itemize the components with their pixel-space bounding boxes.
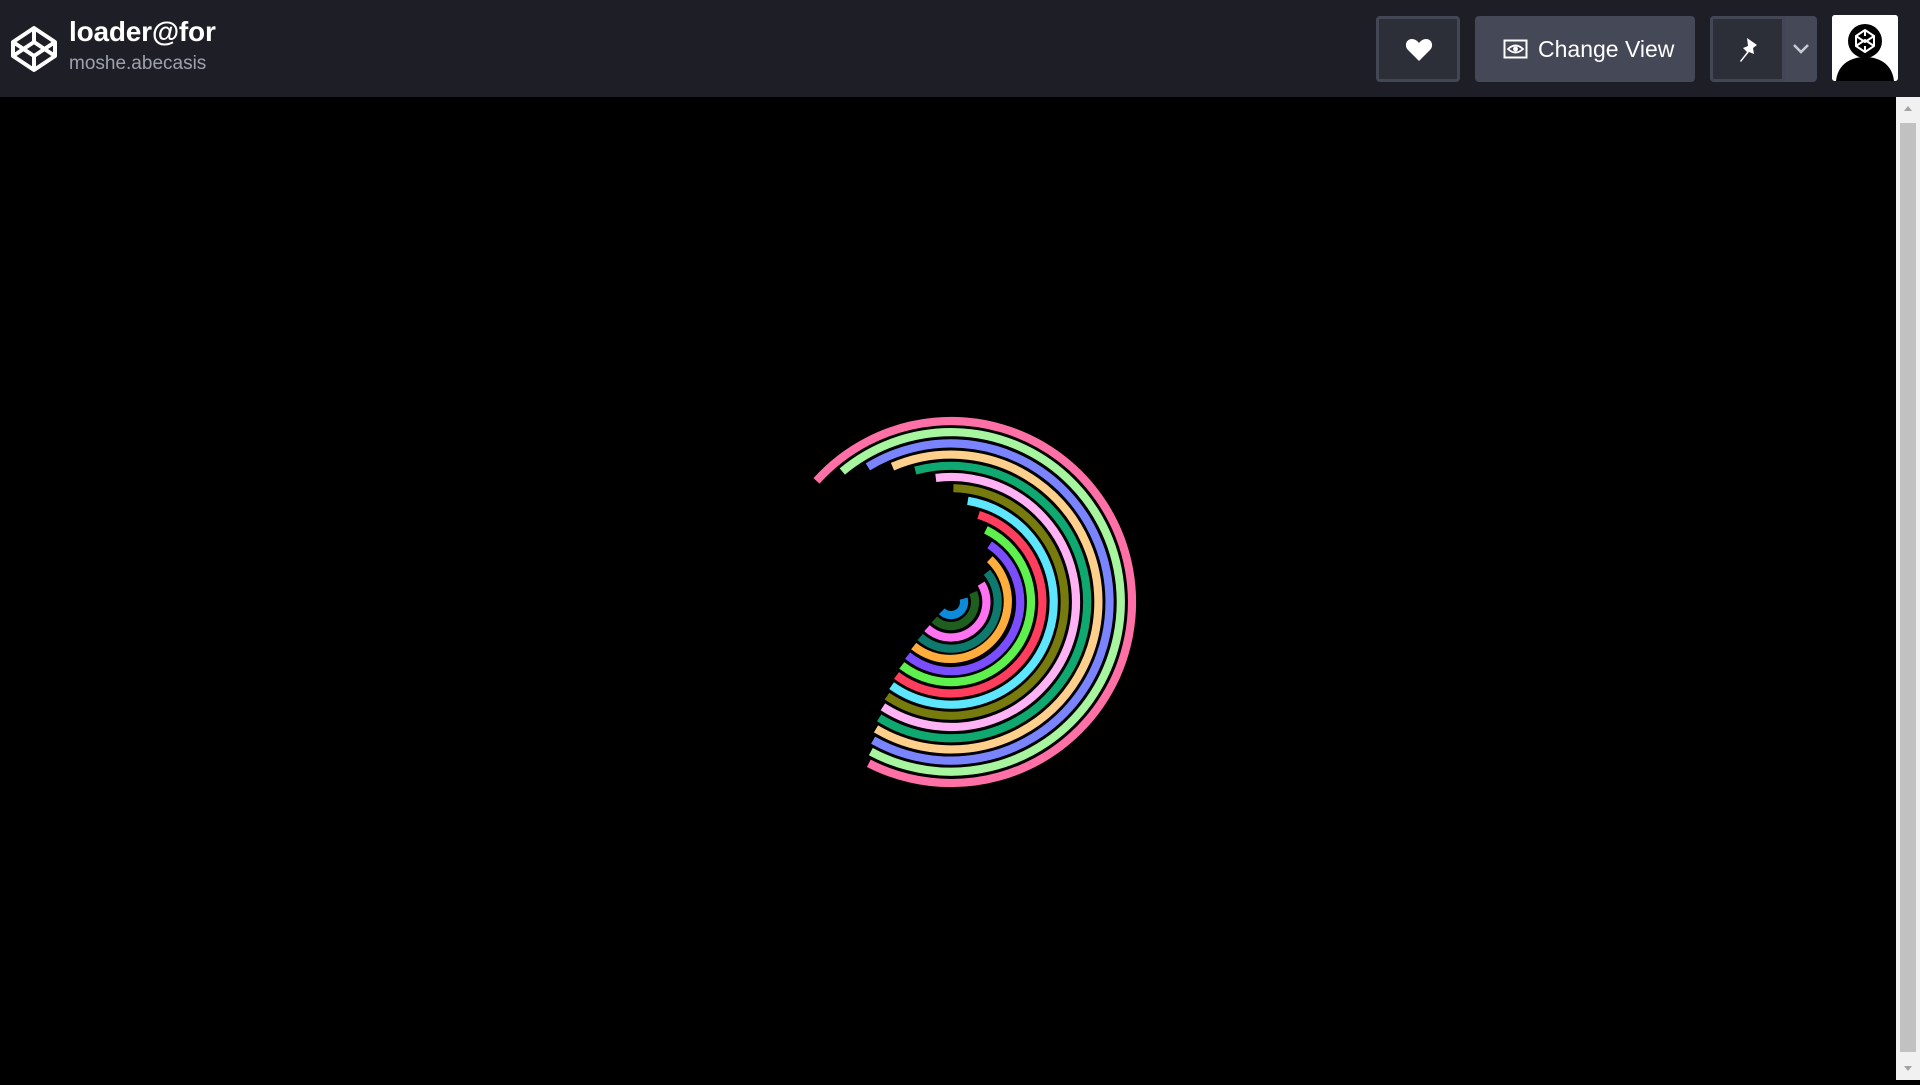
change-view-label: Change View xyxy=(1538,35,1675,62)
eye-icon xyxy=(1503,39,1528,59)
heart-icon xyxy=(1405,39,1433,61)
pen-author[interactable]: moshe.abecasis xyxy=(69,51,216,77)
user-avatar-icon xyxy=(1832,15,1898,81)
pen-preview xyxy=(0,97,1896,1080)
scroll-up-arrow-icon[interactable] xyxy=(1896,97,1920,121)
change-view-button[interactable]: Change View xyxy=(1475,16,1695,82)
scroll-thumb[interactable] xyxy=(1900,123,1916,1052)
spiral-loader xyxy=(813,417,1137,788)
loader-arc xyxy=(938,597,969,620)
top-bar: loader@for moshe.abecasis Change View xyxy=(0,0,1920,97)
chevron-down-icon xyxy=(1793,44,1809,54)
codepen-logo-icon[interactable] xyxy=(10,25,58,73)
pin-icon xyxy=(1740,38,1757,62)
pen-title-block: loader@for moshe.abecasis xyxy=(69,14,216,77)
heart-button[interactable] xyxy=(1376,16,1460,82)
loader-arc xyxy=(931,590,980,631)
user-avatar[interactable] xyxy=(1832,15,1898,81)
vertical-scrollbar[interactable] xyxy=(1896,97,1920,1080)
pin-dropdown-button[interactable] xyxy=(1785,16,1817,82)
pin-button[interactable] xyxy=(1710,16,1785,82)
pin-button-group xyxy=(1710,16,1817,82)
pen-title[interactable]: loader@for xyxy=(69,14,216,50)
scroll-down-arrow-icon[interactable] xyxy=(1896,1056,1920,1080)
